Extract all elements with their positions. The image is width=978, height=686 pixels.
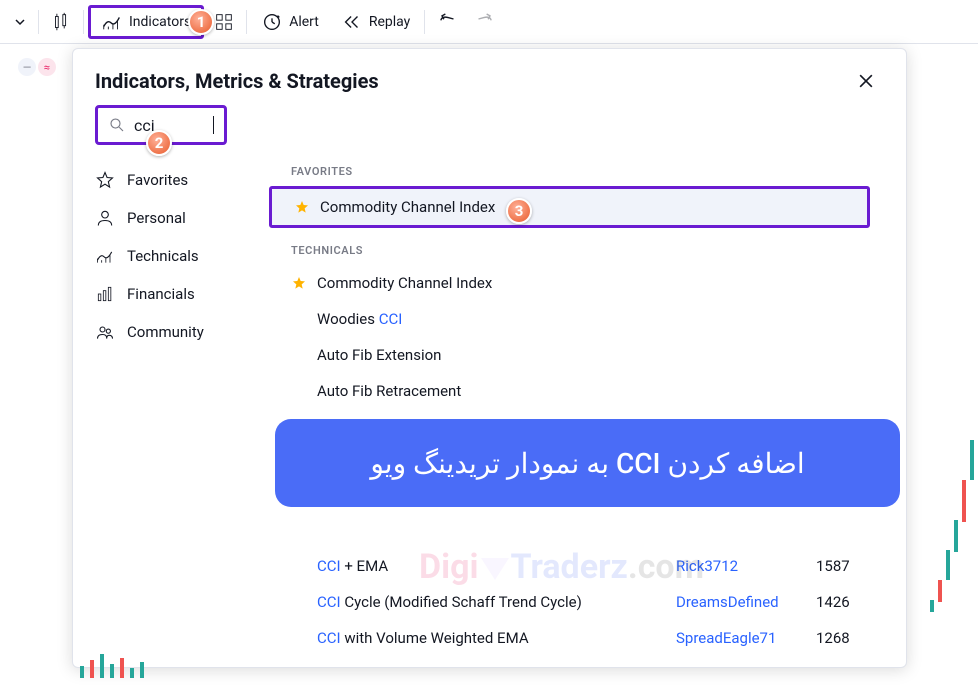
star-filled-icon (291, 275, 307, 291)
community-row[interactable]: CCI Cycle (Modified Schaff Trend Cycle) … (269, 584, 906, 620)
candles-button[interactable] (43, 5, 79, 39)
redo-button[interactable] (467, 5, 503, 39)
modal-sidebar: Favorites Personal Technicals Financials… (73, 153, 269, 667)
sidebar-item-label: Technicals (127, 247, 199, 265)
callout-1: 1 (188, 9, 214, 35)
search-input[interactable]: cci (134, 116, 204, 135)
undo-button[interactable] (429, 5, 465, 39)
result-row[interactable]: Auto Fib Retracement (269, 373, 906, 409)
community-name: CCI + EMA (317, 557, 676, 575)
indicators-icon (101, 11, 123, 33)
alert-button[interactable]: Alert (251, 5, 329, 39)
indicators-label: Indicators (129, 14, 191, 30)
community-likes: 1268 (816, 629, 876, 647)
separator (38, 10, 39, 34)
community-likes: 1236 (816, 665, 876, 667)
community-author: SpreadEagle71 (676, 629, 816, 647)
sidebar-item-favorites[interactable]: Favorites (95, 161, 269, 199)
community-author: DreamsDefined (676, 593, 816, 611)
sidebar-item-label: Financials (127, 285, 195, 303)
community-name: CCI+VIX+MACD (317, 665, 676, 667)
financials-icon (95, 284, 115, 304)
sidebar-item-personal[interactable]: Personal (95, 199, 269, 237)
sidebar-item-label: Community (127, 323, 204, 341)
sidebar-item-label: Favorites (127, 171, 188, 189)
top-toolbar: Indicators Alert Replay (0, 0, 978, 44)
search-icon (108, 116, 126, 134)
community-row[interactable]: CCI with Volume Weighted EMA SpreadEagle… (269, 620, 906, 656)
chart-candles (928, 420, 978, 640)
modal-title: Indicators, Metrics & Strategies (95, 69, 379, 93)
result-row[interactable]: Auto Fib Extension (269, 337, 906, 373)
separator (246, 10, 247, 34)
community-icon (95, 322, 115, 342)
result-name: Commodity Channel Index (320, 198, 495, 216)
tutorial-banner: اضافه کردن CCI به نمودار تریدینگ ویو (275, 419, 900, 507)
community-author: eito8710 (676, 665, 816, 667)
replay-icon (341, 11, 363, 33)
result-name: Auto Fib Extension (317, 346, 441, 364)
callout-2: 2 (146, 130, 172, 156)
section-technicals: TECHNICALS (269, 238, 906, 265)
sidebar-item-label: Personal (127, 209, 186, 227)
sidebar-item-financials[interactable]: Financials (95, 275, 269, 313)
callout-3: 3 (506, 198, 532, 224)
replay-label: Replay (369, 14, 410, 30)
results-panel: FAVORITES Commodity Channel Index TECHNI… (269, 153, 906, 667)
chart-candles-bottom (80, 654, 144, 678)
badge-collapse[interactable]: — (18, 58, 36, 76)
result-name: Woodies CCI (317, 310, 402, 328)
result-name: Commodity Channel Index (317, 274, 492, 292)
close-icon (856, 71, 876, 91)
result-name: Auto Fib Retracement (317, 382, 461, 400)
indicators-modal: Indicators, Metrics & Strategies cci Fav… (72, 48, 907, 668)
star-icon (95, 170, 115, 190)
result-row[interactable]: Commodity Channel Index (269, 265, 906, 301)
community-row[interactable]: CCI + EMA Rick3712 1587 (269, 548, 906, 584)
close-button[interactable] (854, 69, 878, 93)
community-likes: 1426 (816, 593, 876, 611)
community-row[interactable]: CCI+VIX+MACD eito8710 1236 (269, 656, 906, 667)
sidebar-item-community[interactable]: Community (95, 313, 269, 351)
separator (424, 10, 425, 34)
community-name: CCI with Volume Weighted EMA (317, 629, 676, 647)
alert-label: Alert (289, 14, 319, 30)
result-row[interactable]: Commodity Channel Index (272, 189, 867, 225)
alert-icon (261, 11, 283, 33)
replay-button[interactable]: Replay (331, 5, 420, 39)
result-row[interactable]: Woodies CCI (269, 301, 906, 337)
indicators-button[interactable]: Indicators (88, 5, 204, 39)
community-name: CCI Cycle (Modified Schaff Trend Cycle) (317, 593, 676, 611)
badge-approx[interactable]: ≈ (38, 58, 56, 76)
community-likes: 1587 (816, 557, 876, 575)
section-favorites: FAVORITES (269, 159, 906, 186)
community-author: Rick3712 (676, 557, 816, 575)
technicals-icon (95, 246, 115, 266)
person-icon (95, 208, 115, 228)
symbol-badges: — ≈ (18, 58, 56, 76)
sidebar-item-technicals[interactable]: Technicals (95, 237, 269, 275)
separator (83, 10, 84, 34)
star-filled-icon (294, 199, 310, 215)
dropdown-caret[interactable] (6, 16, 34, 28)
